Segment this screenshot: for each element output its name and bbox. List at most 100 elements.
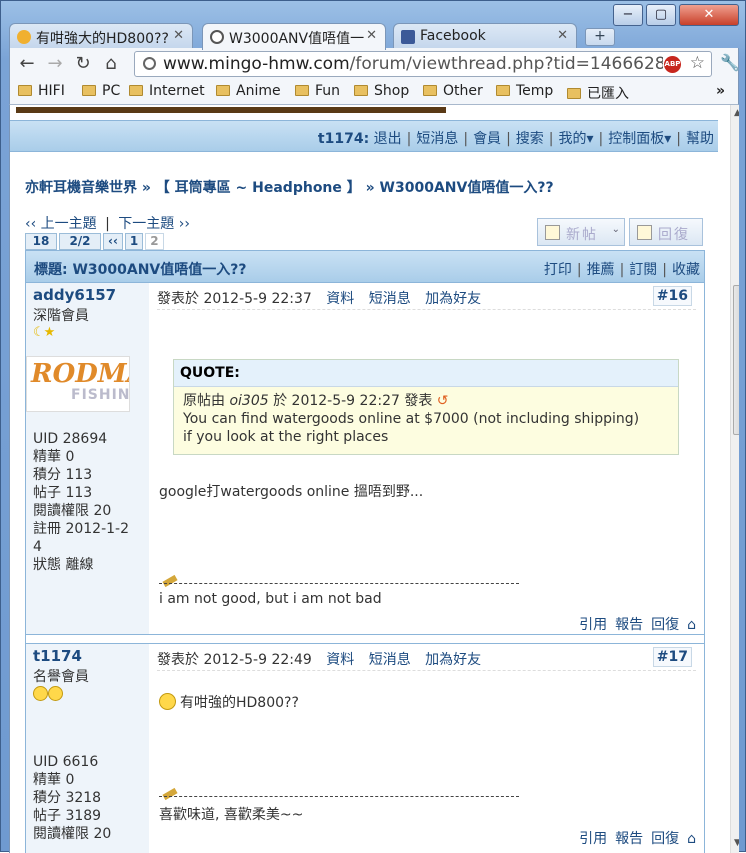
post-number[interactable]: #17 <box>652 647 692 667</box>
facebook-icon <box>401 30 415 44</box>
link-members[interactable]: 會員 <box>473 131 501 147</box>
close-tab-icon[interactable]: ✕ <box>173 28 184 43</box>
print-link[interactable]: 打印 <box>544 262 572 278</box>
reload-icon[interactable]: ↻ <box>72 53 94 74</box>
bookmark-folder[interactable]: Fun <box>295 83 340 99</box>
post-text: google打watergoods online 搵唔到野... <box>159 484 424 500</box>
post-header: 發表於 2012-5-9 22:49 資料 短消息 加為好友 #17 <box>157 647 696 671</box>
address-bar[interactable]: www.mingo-hmw.com/forum/viewthread.php?t… <box>134 51 712 77</box>
quoted-user[interactable]: oi305 <box>229 393 268 409</box>
link-search[interactable]: 搜索 <box>516 131 544 147</box>
breadcrumb[interactable]: 亦軒耳機音樂世界 » 【 耳筒專區 ~ Headphone 】 » W3000A… <box>25 177 554 197</box>
prev-thread-link[interactable]: ‹‹ 上一主題 <box>25 216 97 232</box>
back-arrow-icon[interactable]: ← <box>16 53 38 74</box>
bookmark-folder[interactable]: Anime <box>216 83 281 99</box>
bookmark-folder[interactable]: Other <box>423 83 483 99</box>
header-bar <box>16 107 446 113</box>
goto-post-icon[interactable]: ↺ <box>437 393 449 409</box>
next-thread-link[interactable]: 下一主題 ›› <box>118 216 190 232</box>
browser-toolbar: ← → ↻ ⌂ www.mingo-hmw.com/forum/viewthre… <box>9 48 740 80</box>
tab-title: Facebook <box>420 28 486 44</box>
scroll-up-icon[interactable]: ▲ <box>734 108 739 118</box>
post-header: 發表於 2012-5-9 22:37 資料 短消息 加為好友 #16 <box>157 286 696 310</box>
new-post-button[interactable]: 新帖 ⌄ <box>537 218 625 246</box>
quote-link[interactable]: 引用 <box>579 617 607 633</box>
quote-header: QUOTE: <box>174 360 678 387</box>
minimize-button[interactable]: − <box>613 4 643 26</box>
chevron-down-icon[interactable]: ⌄ <box>612 224 622 235</box>
pm-link[interactable]: 短消息 <box>369 652 411 668</box>
maximize-button[interactable]: ▢ <box>646 4 676 26</box>
folder-icon <box>423 85 437 96</box>
author-name[interactable]: addy6157 <box>33 286 142 304</box>
bookmark-folder[interactable]: Internet <box>129 83 205 99</box>
reply-icon <box>637 225 652 240</box>
rank-stars-icon: ☾★ <box>33 325 55 340</box>
profile-link[interactable]: 資料 <box>326 291 354 307</box>
add-friend-link[interactable]: 加為好友 <box>425 652 481 668</box>
pager-first[interactable]: ‹‹ <box>103 233 123 250</box>
link-control-panel[interactable]: 控制面板▾ <box>608 131 671 147</box>
reply-button[interactable]: 回復 <box>629 218 703 246</box>
post-number[interactable]: #16 <box>652 286 692 306</box>
top-icon[interactable]: ⌂ <box>687 617 696 633</box>
vertical-scrollbar[interactable]: ▲ ▼ <box>730 105 739 853</box>
home-icon[interactable]: ⌂ <box>100 53 122 74</box>
post-text: 有咁強的HD800?? <box>159 692 299 712</box>
close-tab-icon[interactable]: ✕ <box>366 28 377 43</box>
thread-title: 標題: W3000ANV值唔值一入?? <box>34 262 247 278</box>
tab-facebook[interactable]: Facebook ✕ <box>393 23 577 49</box>
tab-hd800[interactable]: 有咁強大的HD800?? ✕ <box>9 23 193 49</box>
link-my[interactable]: 我的▾ <box>559 131 594 147</box>
quote-link[interactable]: 引用 <box>579 831 607 847</box>
post-footer: 引用 報告 回復 ⌂ <box>571 614 696 634</box>
adblock-icon[interactable]: ABP <box>664 56 681 73</box>
author-stats: UID 28694 精華 0 積分 113 帖子 113 閱讀權限 20 註冊 … <box>33 431 129 573</box>
link-help[interactable]: 幫助 <box>686 131 714 147</box>
top-icon[interactable]: ⌂ <box>687 831 696 847</box>
tab-w3000anv[interactable]: W3000ANV值唔值一 ✕ <box>202 23 386 50</box>
post-author-panel: t1174 名譽會員 UID 6616 精華 0 積分 3218 帖子 3189… <box>26 644 149 853</box>
close-tab-icon[interactable]: ✕ <box>557 28 568 43</box>
folder-icon <box>18 85 32 96</box>
current-user[interactable]: t1174: <box>318 131 369 147</box>
bookmarks-overflow-icon[interactable]: » <box>716 83 725 99</box>
subscribe-link[interactable]: 訂閱 <box>629 262 657 278</box>
report-link[interactable]: 報告 <box>615 831 643 847</box>
edit-icon <box>545 225 560 240</box>
thread-header: 標題: W3000ANV值唔值一入?? 打印 | 推薦 | 訂閱 | 收藏 <box>26 251 704 283</box>
reply-link[interactable]: 回復 <box>651 617 679 633</box>
new-tab-button[interactable]: + <box>585 28 615 46</box>
post: t1174 名譽會員 UID 6616 精華 0 積分 3218 帖子 3189… <box>26 643 704 853</box>
profile-link[interactable]: 資料 <box>326 652 354 668</box>
pager-page-2: 2 <box>145 233 164 250</box>
signature-pencil-icon <box>162 574 178 588</box>
scroll-thumb[interactable] <box>733 285 739 435</box>
post-date: 發表於 2012-5-9 22:37 <box>157 291 312 307</box>
bookmark-star-icon[interactable]: ☆ <box>690 53 705 73</box>
url-path: /forum/viewthread.php?tid=1466628 <box>349 54 663 74</box>
bookmark-folder[interactable]: 已匯入 <box>567 83 629 103</box>
reply-link[interactable]: 回復 <box>651 831 679 847</box>
bookmark-folder[interactable]: Shop <box>354 83 409 99</box>
forward-arrow-icon[interactable]: → <box>44 53 66 74</box>
add-friend-link[interactable]: 加為好友 <box>425 291 481 307</box>
pm-link[interactable]: 短消息 <box>369 291 411 307</box>
report-link[interactable]: 報告 <box>615 617 643 633</box>
close-window-button[interactable]: ✕ <box>679 4 739 26</box>
bookmark-folder[interactable]: HIFI <box>18 83 65 99</box>
favicon-icon <box>17 30 31 44</box>
link-logout[interactable]: 退出 <box>374 131 402 147</box>
scroll-down-icon[interactable]: ▼ <box>734 838 739 848</box>
bookmark-folder[interactable]: PC <box>82 83 120 99</box>
link-messages[interactable]: 短消息 <box>416 131 458 147</box>
pager-pages: 2/2 <box>59 233 101 250</box>
author-name[interactable]: t1174 <box>33 647 142 665</box>
page-content: t1174: 退出 | 短消息 | 會員 | 搜索 | 我的▾ | 控制面板▾ | 幫助 亦軒耳機音樂世… <box>9 105 739 853</box>
favorite-link[interactable]: 收藏 <box>672 262 700 278</box>
pager-page-1[interactable]: 1 <box>124 233 144 250</box>
browser-window: 有咁強大的HD800?? ✕ W3000ANV值唔值一 ✕ Facebook ✕… <box>0 0 746 853</box>
bookmark-folder[interactable]: Temp <box>496 83 553 99</box>
recommend-link[interactable]: 推薦 <box>587 262 615 278</box>
wrench-icon[interactable]: 🔧 <box>720 53 740 72</box>
